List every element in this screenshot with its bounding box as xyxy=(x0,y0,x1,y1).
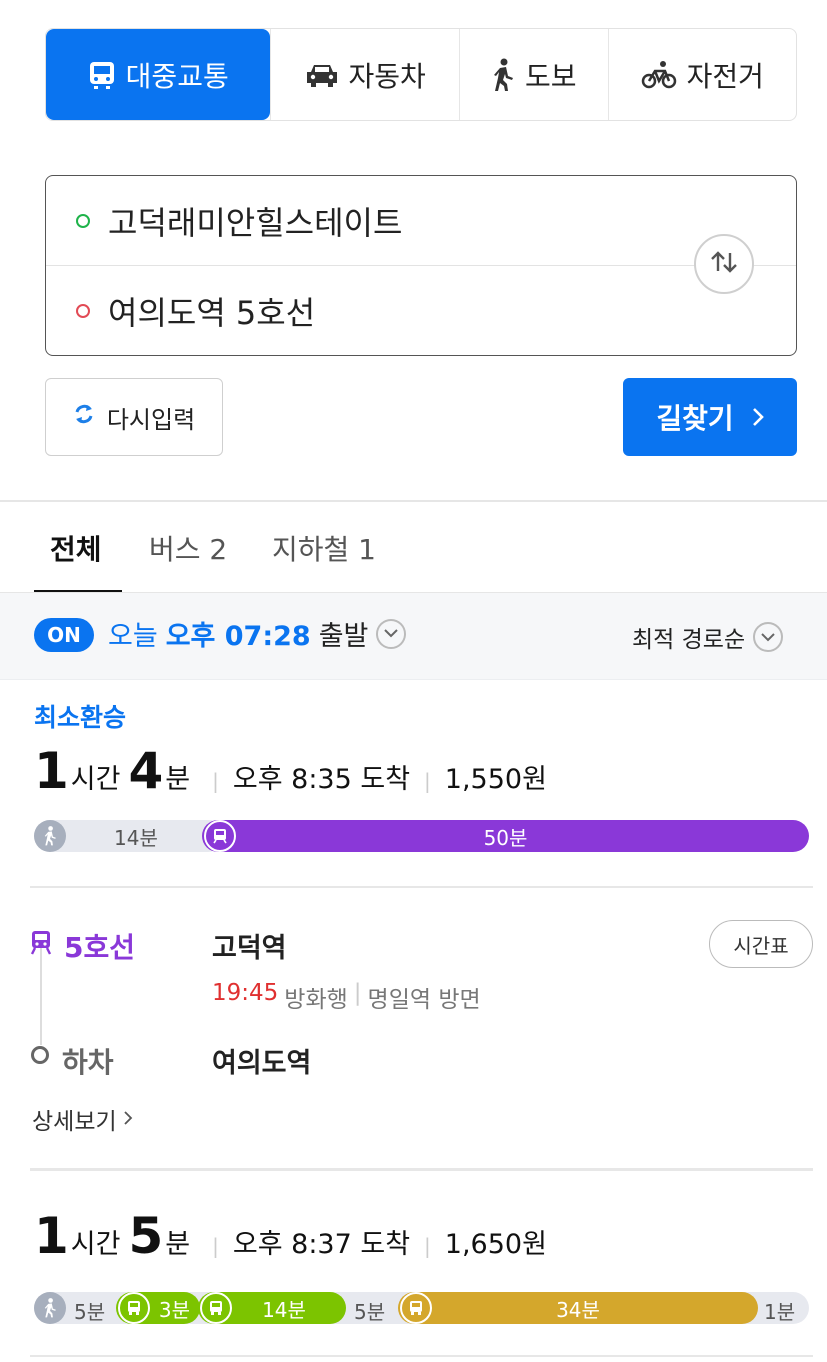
detail-label: 상세보기 xyxy=(32,1109,117,1135)
sort-label: 최적 경로순 xyxy=(632,627,746,653)
getoff-circle-icon xyxy=(31,1046,49,1064)
tab-public-transit[interactable]: 대중교통 xyxy=(46,29,271,120)
start-dot-icon xyxy=(76,213,90,228)
tab-bicycle[interactable]: 자전거 xyxy=(607,29,796,120)
detail-link[interactable]: 상세보기 xyxy=(32,1102,133,1136)
departure-time: 오후 07:28 xyxy=(165,621,311,652)
start-location-text: 고덕래미안힐스테이트 xyxy=(108,203,403,242)
route-input-box: 고덕래미안힐스테이트 여의도역 5호선 xyxy=(45,175,797,356)
section-divider xyxy=(0,500,827,502)
route-summary[interactable]: 1 시간 5 분 | 오후 8:37 도착 | 1,650원 xyxy=(34,1207,547,1265)
depart-time: 19:45 xyxy=(212,980,279,1006)
refresh-icon xyxy=(73,403,95,431)
duration-minutes: 4 xyxy=(128,742,164,800)
start-location-field[interactable]: 고덕래미안힐스테이트 xyxy=(46,176,796,266)
divider xyxy=(30,1355,813,1357)
timetable-button[interactable]: 시간표 xyxy=(709,920,813,968)
separator: | xyxy=(212,769,219,793)
chevron-right-icon xyxy=(752,401,764,434)
subway-line-label: 5호선 xyxy=(64,931,136,964)
duration-hours: 1 xyxy=(34,742,69,800)
divider xyxy=(30,886,813,888)
separator: | xyxy=(424,1234,431,1258)
getoff-label: 하차 xyxy=(62,1046,114,1079)
duration-minutes: 5 xyxy=(128,1207,164,1265)
bicycle-icon xyxy=(641,60,677,90)
route-summary[interactable]: 1 시간 4 분 | 오후 8:35 도착 | 1,550원 xyxy=(34,742,547,800)
segment-label: 34분 xyxy=(556,1297,600,1322)
bus-icon xyxy=(200,1292,232,1324)
walk-icon xyxy=(34,820,66,852)
swap-route-button[interactable] xyxy=(694,234,754,294)
car-icon xyxy=(305,62,339,88)
tab-subway[interactable]: 지하철 1 xyxy=(272,528,376,568)
duration-minutes-unit: 분 xyxy=(165,764,191,795)
reset-label: 다시입력 xyxy=(106,405,196,434)
segment-label: 14분 xyxy=(262,1297,306,1322)
tab-label: 도보 xyxy=(524,59,577,93)
end-dot-icon xyxy=(76,304,90,318)
tab-label: 대중교통 xyxy=(125,59,229,93)
find-route-button[interactable]: 길찾기 xyxy=(623,378,797,456)
direction: 방화행 xyxy=(284,987,348,1013)
arrival-time: 오후 8:37 도착 xyxy=(232,1229,411,1260)
departure-day: 오늘 xyxy=(108,621,158,652)
route-timeline: 5분 3분 14분 5분 34분 1분 xyxy=(34,1292,809,1324)
sort-selector[interactable]: 최적 경로순 xyxy=(632,620,784,654)
divider xyxy=(30,1168,813,1171)
search-label: 길찾기 xyxy=(656,402,734,435)
departure-time-selector[interactable]: 오늘 오후 07:28 출발 xyxy=(108,614,407,653)
direction-info: 19:45 방화행 | 명일역 방면 xyxy=(212,980,481,1014)
duration-hours-unit: 시간 xyxy=(70,764,121,795)
departure-suffix: 출발 xyxy=(318,621,369,652)
duration-hours-unit: 시간 xyxy=(70,1229,121,1260)
segment-label: 50분 xyxy=(483,825,528,850)
getoff-station: 여의도역 xyxy=(212,1048,312,1079)
route-timeline: 14분 50분 xyxy=(34,820,809,852)
tab-car[interactable]: 자동차 xyxy=(270,29,459,120)
tab-walk[interactable]: 도보 xyxy=(458,29,608,120)
transport-mode-tabs: 대중교통 자동차 도보 자전거 xyxy=(45,28,797,121)
tab-label: 자전거 xyxy=(686,59,764,93)
arrival-time: 오후 8:35 도착 xyxy=(232,764,411,795)
bus-icon xyxy=(118,1292,150,1324)
timeline-bus-segment: 34분 xyxy=(398,1292,758,1324)
fare: 1,650원 xyxy=(444,1229,547,1260)
segment-label: 3분 xyxy=(158,1297,190,1322)
fare: 1,550원 xyxy=(444,764,547,795)
reset-input-button[interactable]: 다시입력 xyxy=(45,378,223,456)
subway-icon xyxy=(204,820,236,852)
chevron-right-icon xyxy=(123,1106,133,1132)
chevron-down-icon xyxy=(376,618,407,649)
tab-all[interactable]: 전체 xyxy=(50,528,102,568)
segment-label: 14분 xyxy=(114,825,158,850)
least-transfer-badge: 최소환승 xyxy=(34,703,127,732)
tab-bus[interactable]: 버스 2 xyxy=(149,528,227,568)
subway-icon xyxy=(30,929,52,959)
separator: | xyxy=(212,1234,219,1258)
duration-hours: 1 xyxy=(34,1207,69,1265)
walk-icon xyxy=(34,1292,66,1324)
bus-icon xyxy=(88,60,116,90)
end-location-text: 여의도역 5호선 xyxy=(108,294,316,332)
direction-side: 명일역 방면 xyxy=(367,987,481,1013)
segment-label: 5분 xyxy=(354,1300,386,1324)
separator: | xyxy=(353,980,362,1006)
segment-label: 1분 xyxy=(764,1300,796,1324)
on-toggle-badge[interactable]: ON xyxy=(34,618,94,652)
tab-label: 자동차 xyxy=(348,59,426,93)
end-location-field[interactable]: 여의도역 5호선 xyxy=(46,266,796,356)
board-station: 고덕역 xyxy=(212,933,287,964)
walk-icon xyxy=(491,58,515,92)
bus-icon xyxy=(400,1292,432,1324)
chevron-down-icon xyxy=(753,622,784,652)
timeline-subway-segment: 50분 xyxy=(202,820,809,852)
duration-minutes-unit: 분 xyxy=(165,1229,191,1260)
swap-arrows-icon xyxy=(708,249,740,279)
segment-label: 5분 xyxy=(74,1300,106,1324)
separator: | xyxy=(424,769,431,793)
